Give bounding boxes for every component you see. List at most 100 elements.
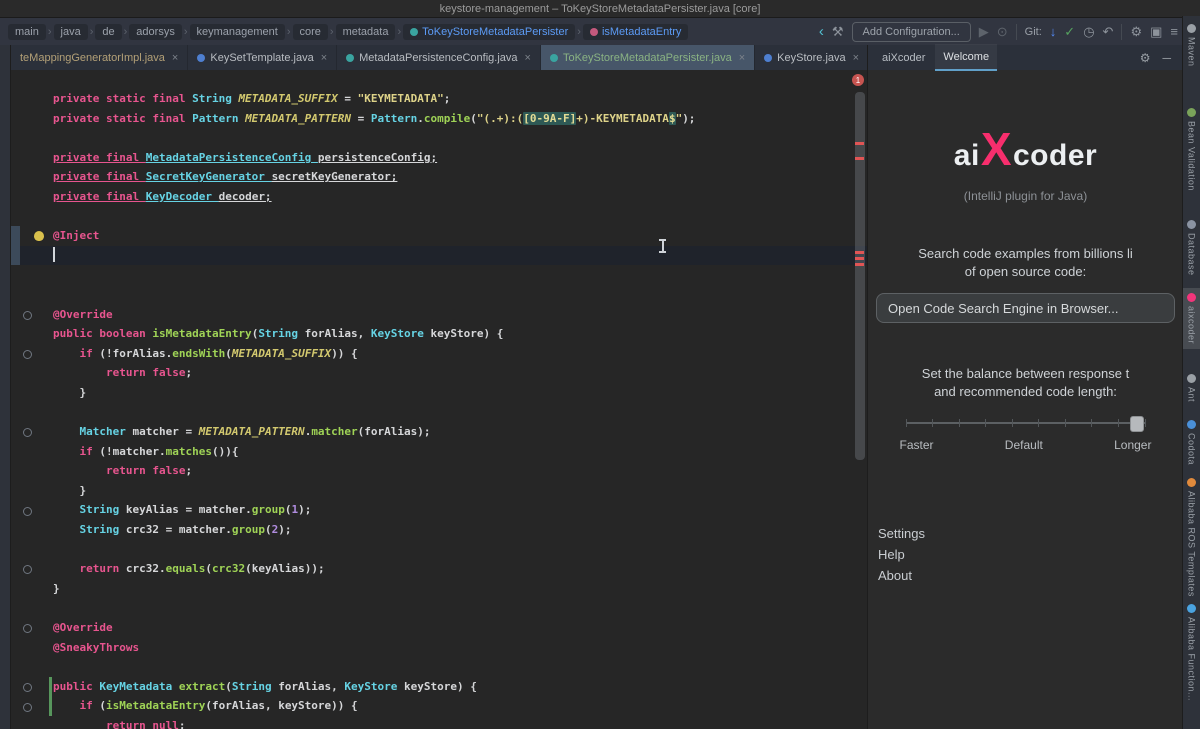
settings-gear-icon[interactable]: ⚙ — [1130, 25, 1142, 38]
close-tab-icon[interactable]: × — [853, 52, 859, 64]
breadcrumb-method-crumb[interactable]: isMetadataEntry — [583, 24, 688, 40]
balance-description: Set the balance between response t and r… — [922, 365, 1129, 400]
slider-tick — [959, 419, 960, 427]
breadcrumb-separator: › — [577, 26, 581, 38]
open-code-search-button[interactable]: Open Code Search Engine in Browser... — [876, 293, 1175, 323]
panel-minimize-icon[interactable]: ─ — [1158, 51, 1175, 65]
git-commit-icon[interactable]: ✓ — [1064, 25, 1075, 38]
breadcrumb-item[interactable]: de — [95, 24, 121, 40]
breadcrumb-separator: › — [184, 26, 188, 38]
ant-icon — [1187, 374, 1196, 383]
gutter-marker-icon[interactable] — [23, 703, 32, 712]
balance-slider[interactable] — [906, 415, 1146, 431]
slider-labels: FasterDefaultLonger — [900, 438, 1152, 452]
database-icon — [1187, 220, 1196, 229]
build-hammer-icon[interactable]: ⚒ — [832, 25, 844, 38]
code-line: if (!matcher.matches()){ — [53, 442, 853, 462]
editor-tab[interactable]: KeySetTemplate.java× — [188, 45, 337, 70]
panel-link-help[interactable]: Help — [878, 547, 925, 562]
intention-bulb-icon[interactable] — [34, 231, 44, 241]
git-history-icon[interactable]: ◷ — [1083, 25, 1094, 38]
slider-tick — [1065, 419, 1066, 427]
breadcrumb-item[interactable]: keymanagement — [190, 24, 285, 40]
window-titlebar[interactable]: keystore-management – ToKeyStoreMetadata… — [0, 0, 1200, 18]
editor-tab[interactable]: ToKeyStoreMetadataPersister.java× — [541, 45, 755, 70]
aixcoder-welcome-content: aiXcoder (IntelliJ plugin for Java) Sear… — [868, 70, 1183, 729]
gutter-marker-icon[interactable] — [23, 624, 32, 633]
editor-tabbar: teMappingGeneratorImpl.java×KeySetTempla… — [11, 45, 867, 70]
code-line — [53, 403, 853, 423]
tool-stripe-ant[interactable]: Ant — [1183, 374, 1200, 402]
breadcrumb-separator: › — [48, 26, 52, 38]
breadcrumb-item[interactable]: metadata — [336, 24, 396, 40]
slider-track[interactable] — [906, 422, 1146, 424]
git-rollback-icon[interactable]: ↶ — [1103, 25, 1114, 38]
code-line — [53, 657, 853, 677]
breadcrumb-separator: › — [397, 26, 401, 38]
code-line — [11, 246, 867, 266]
git-update-icon[interactable]: ↓ — [1050, 25, 1057, 38]
gutter-marker-icon[interactable] — [23, 428, 32, 437]
slider-tick — [1091, 419, 1092, 427]
breadcrumb-item[interactable]: java — [54, 24, 88, 40]
code-line: return crc32.equals(crc32(keyAlias)); — [53, 559, 853, 579]
editor-tab[interactable]: KeyStore.java× — [755, 45, 867, 70]
aixcoder-panel-header: aiXcoder Welcome ⚙ ─ — [868, 45, 1183, 70]
breadcrumb-class-crumb[interactable]: ToKeyStoreMetadataPersister — [403, 24, 575, 40]
debug-icon[interactable]: ⊙ — [997, 25, 1008, 38]
tool-stripe-alibaba-function[interactable]: Alibaba Function... — [1183, 604, 1200, 701]
tool-stripe-codota[interactable]: Codota — [1183, 420, 1200, 465]
run-icon[interactable]: ▶ — [979, 25, 989, 38]
tool-stripe-alibaba-ros-templates[interactable]: Alibaba ROS Templates — [1183, 478, 1200, 597]
panel-link-settings[interactable]: Settings — [878, 526, 925, 541]
breadcrumb-item[interactable]: core — [293, 24, 328, 40]
editor-tab[interactable]: MetadataPersistenceConfig.java× — [337, 45, 541, 70]
panel-link-about[interactable]: About — [878, 568, 925, 583]
ide-window: keystore-management – ToKeyStoreMetadata… — [0, 0, 1200, 729]
search-description-line2: of open source code: — [918, 263, 1133, 281]
logo-x: X — [981, 126, 1012, 172]
tool-stripe-maven[interactable]: Maven — [1183, 24, 1200, 67]
gutter-marker-icon[interactable] — [23, 683, 32, 692]
restore-window-icon[interactable]: ▣ — [1150, 25, 1162, 38]
code-line: } — [53, 383, 853, 403]
breadcrumb-item[interactable]: main — [8, 24, 46, 40]
tab-welcome[interactable]: Welcome — [935, 44, 997, 71]
code-line — [53, 207, 853, 227]
error-stripe-mark — [855, 251, 864, 254]
logo-coder: coder — [1013, 139, 1097, 173]
slider-tick — [985, 419, 986, 427]
code-editor[interactable]: private static final String METADATA_SUF… — [11, 70, 867, 729]
gutter-marker-icon[interactable] — [23, 565, 32, 574]
left-tool-stripe[interactable] — [0, 45, 11, 729]
close-tab-icon[interactable]: × — [739, 52, 745, 64]
panel-links: Settings Help About — [876, 526, 925, 583]
slider-label-longer: Longer — [1114, 438, 1151, 452]
slider-handle[interactable] — [1130, 416, 1144, 432]
scrollbar-thumb[interactable] — [855, 92, 865, 460]
code-line: String crc32 = matcher.group(2); — [53, 520, 853, 540]
main-menu-icon[interactable]: ≡ — [1170, 25, 1178, 38]
tool-stripe-database[interactable]: Database — [1183, 220, 1200, 276]
gutter-marker-icon[interactable] — [23, 311, 32, 320]
alibaba-ros-templates-icon — [1187, 478, 1196, 487]
code-line: private static final String METADATA_SUF… — [53, 89, 853, 109]
breadcrumb-item[interactable]: adorsys — [129, 24, 182, 40]
close-tab-icon[interactable]: × — [321, 52, 327, 64]
toolbar-divider — [1121, 24, 1122, 40]
editor-tab[interactable]: teMappingGeneratorImpl.java× — [11, 45, 188, 70]
navigate-back-icon[interactable]: ‹ — [819, 24, 824, 39]
tool-stripe-aixcoder[interactable]: aixcoder — [1183, 288, 1200, 349]
editor-scrollbar[interactable] — [853, 70, 867, 729]
panel-gear-icon[interactable]: ⚙ — [1136, 51, 1155, 65]
mouse-text-cursor — [658, 239, 667, 253]
error-badge[interactable]: 1 — [852, 74, 864, 86]
main-toolbar: main›java›de›adorsys›keymanagement›core›… — [0, 18, 1200, 45]
gutter-marker-icon[interactable] — [23, 507, 32, 516]
code-area[interactable]: private static final String METADATA_SUF… — [53, 70, 853, 729]
close-tab-icon[interactable]: × — [172, 52, 178, 64]
close-tab-icon[interactable]: × — [525, 52, 531, 64]
add-configuration-button[interactable]: Add Configuration... — [852, 22, 971, 42]
tool-stripe-bean-validation[interactable]: Bean Validation — [1183, 108, 1200, 191]
gutter-marker-icon[interactable] — [23, 350, 32, 359]
